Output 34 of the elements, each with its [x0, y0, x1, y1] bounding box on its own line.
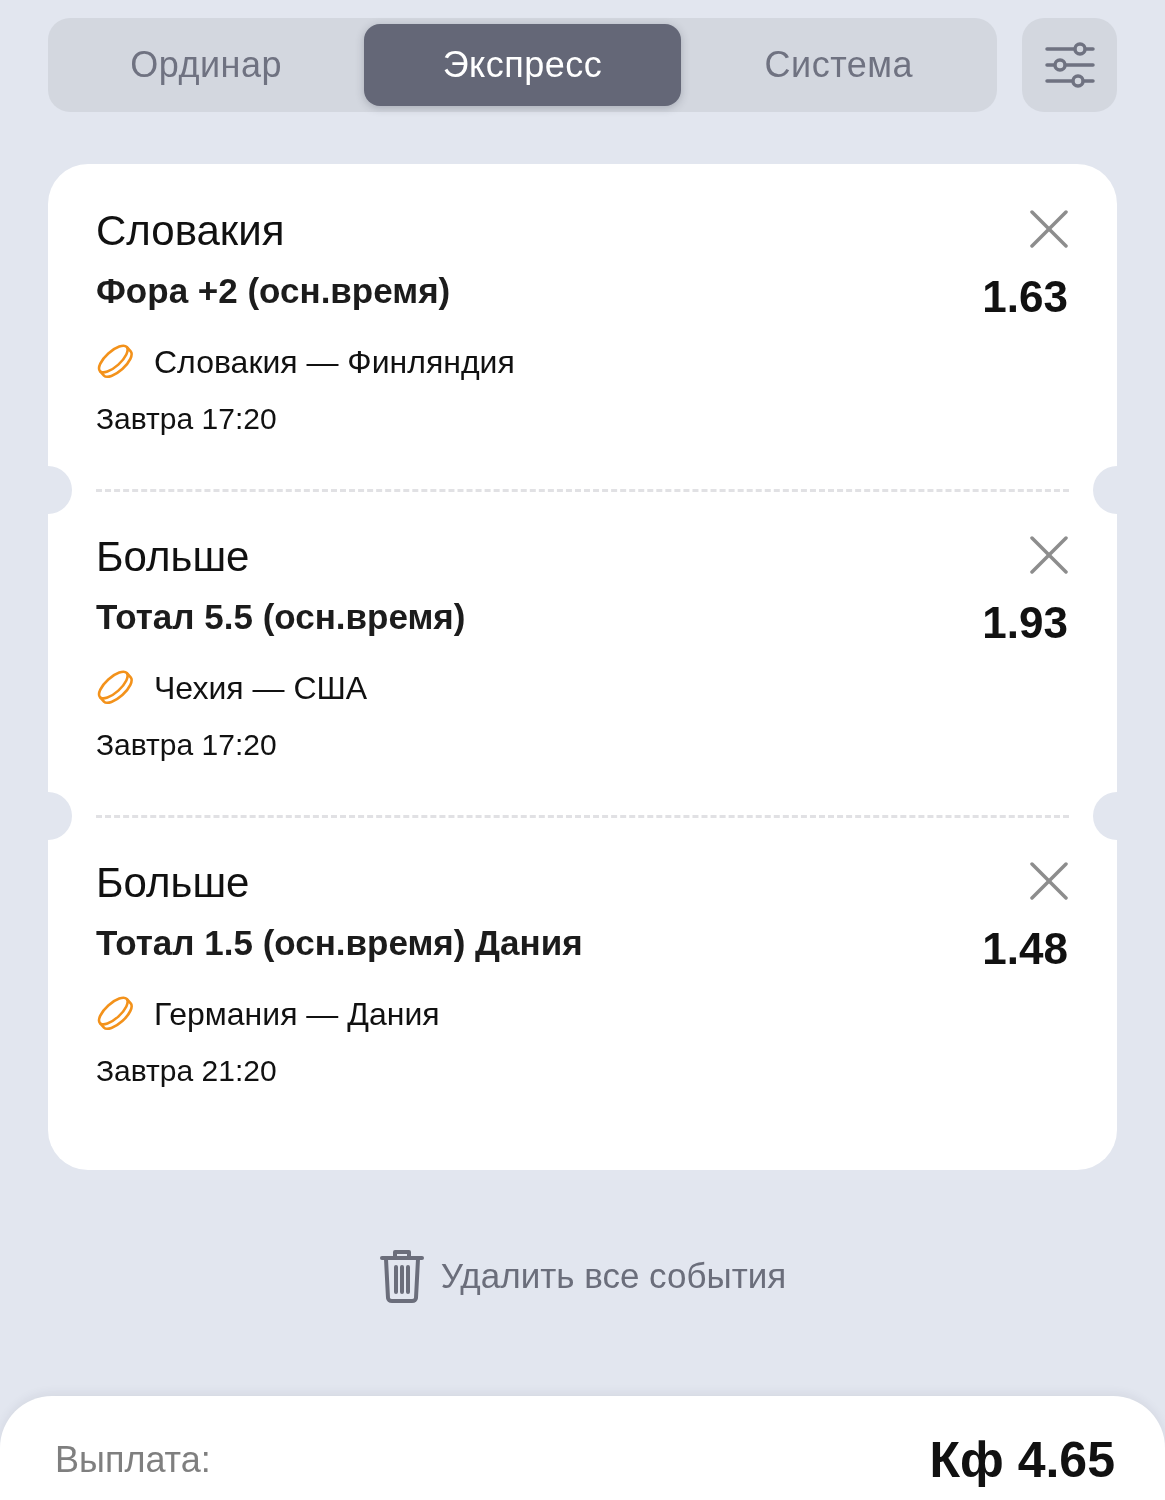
remove-event-button[interactable] — [1030, 862, 1068, 900]
ticket-notch — [1093, 792, 1117, 840]
bet-type-tab[interactable]: Система — [680, 24, 997, 106]
close-icon — [1030, 862, 1068, 900]
odds-value: 1.93 — [982, 598, 1068, 648]
odds-value: 1.48 — [982, 924, 1068, 974]
bet-type-tab[interactable]: Ординар — [48, 24, 365, 106]
bet-selection: Словакия — [96, 208, 286, 254]
bet-market: Тотал 1.5 (осн.время) Дания — [96, 923, 583, 963]
delete-all-button[interactable]: Удалить все события — [378, 1248, 787, 1304]
odds-value: 1.63 — [982, 272, 1068, 322]
match-time: Завтра 21:20 — [96, 1053, 278, 1089]
remove-event-button[interactable] — [1030, 210, 1068, 248]
match-time: Завтра 17:20 — [96, 401, 278, 437]
settings-button[interactable] — [1022, 18, 1117, 112]
match-teams: Германия — Дания — [154, 995, 440, 1034]
ticket-notch — [48, 792, 72, 840]
bet-type-tab[interactable]: Экспресс — [364, 24, 681, 106]
sliders-icon — [1044, 42, 1095, 88]
bet-market: Тотал 5.5 (осн.время) — [96, 597, 466, 637]
trash-icon — [378, 1248, 425, 1304]
bet-selection: Больше — [96, 860, 251, 906]
match-teams: Чехия — США — [154, 669, 368, 708]
bet-selection: Больше — [96, 534, 251, 580]
close-icon — [1030, 210, 1068, 248]
payout-label: Выплата: — [55, 1438, 211, 1482]
bet-market: Фора +2 (осн.время) — [96, 271, 452, 311]
match-time: Завтра 17:20 — [96, 727, 278, 763]
close-icon — [1030, 536, 1068, 574]
ticket-notch — [48, 466, 72, 514]
match-teams: Словакия — Финляндия — [154, 343, 515, 382]
total-coefficient: Кф 4.65 — [929, 1432, 1115, 1488]
remove-event-button[interactable] — [1030, 536, 1068, 574]
ticket-notch — [1093, 466, 1117, 514]
